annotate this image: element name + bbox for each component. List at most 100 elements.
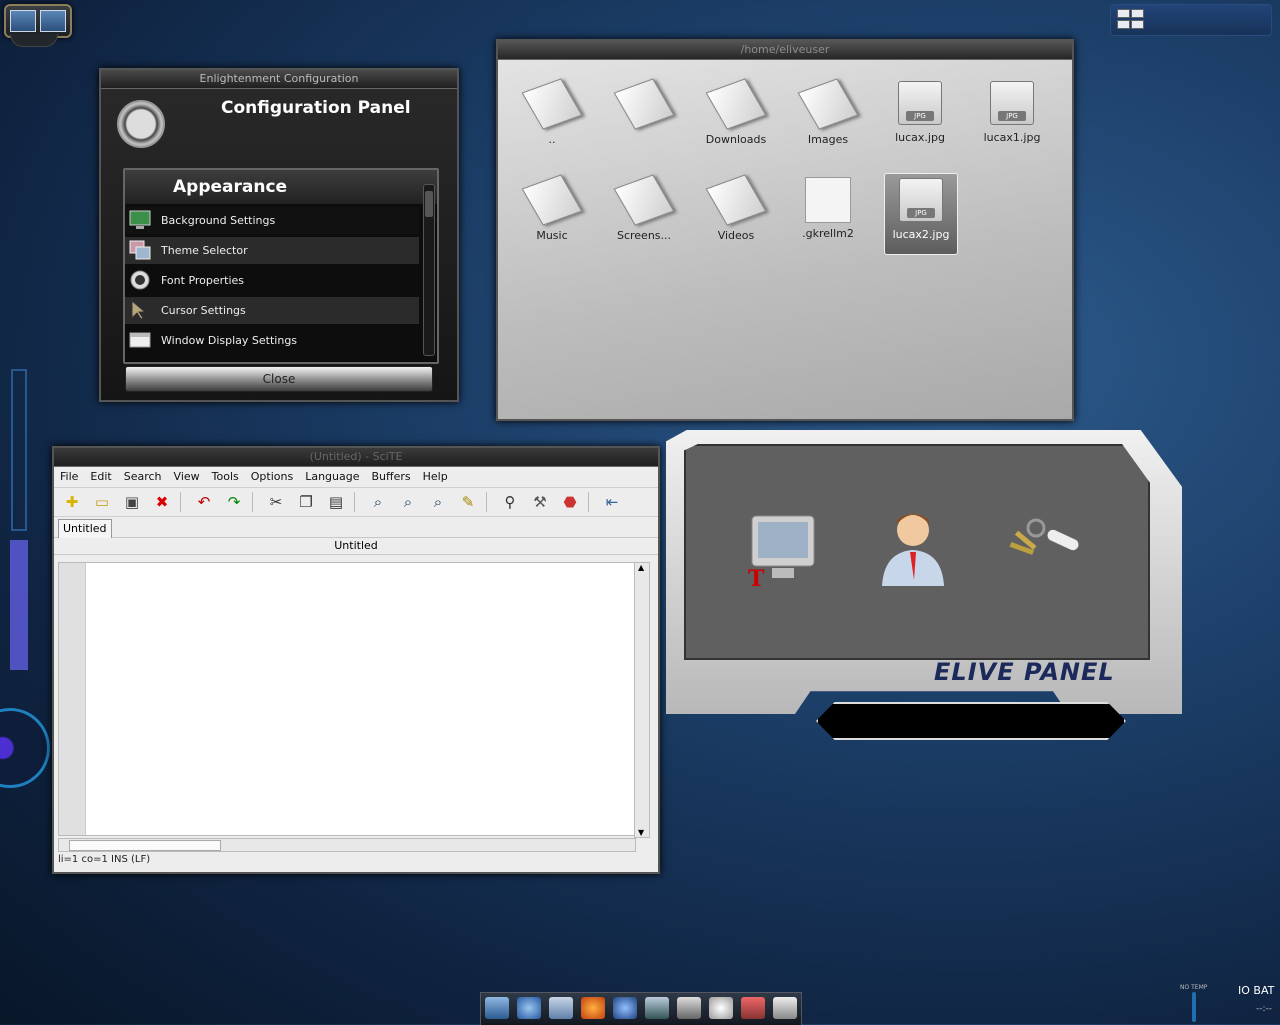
window-icon (129, 330, 151, 350)
fm-item-screenshots[interactable]: Screens... (602, 174, 686, 242)
temperature-monitor[interactable]: NO TEMP (1180, 984, 1220, 1024)
network-icon[interactable] (517, 997, 541, 1019)
undo-icon[interactable]: ↶ (194, 492, 214, 512)
menu-tools[interactable]: Tools (206, 467, 245, 483)
save-icon[interactable]: ▣ (122, 492, 142, 512)
menu-bar: File Edit Search View Tools Options Language Bu… (54, 467, 658, 488)
jump-icon[interactable]: ⇤ (602, 492, 622, 512)
config-list-scrollbar[interactable] (423, 184, 435, 356)
keys-icon[interactable] (1006, 514, 1080, 590)
theme-icon (129, 240, 151, 260)
binoculars-icon[interactable]: ⚲ (500, 492, 520, 512)
desktop-pager[interactable] (4, 4, 72, 38)
elive-panel[interactable]: T ELIVE PANEL (666, 430, 1184, 740)
editor-title[interactable]: (Untitled) - SciTE (54, 448, 658, 467)
jpg-file-icon (990, 81, 1034, 125)
config-item-font[interactable]: Font Properties (125, 267, 419, 294)
config-item-cursor[interactable]: Cursor Settings (125, 297, 419, 324)
copy-icon[interactable]: ❐ (296, 492, 316, 512)
text-editor-area[interactable] (58, 562, 636, 836)
menu-help[interactable]: Help (417, 467, 454, 483)
scroll-down-icon[interactable]: ▼ (638, 828, 644, 837)
paste-icon[interactable]: ▤ (326, 492, 346, 512)
config-item-background[interactable]: Background Settings (125, 207, 419, 234)
menu-options[interactable]: Options (245, 467, 299, 483)
files-icon[interactable] (549, 997, 573, 1019)
system-settings-icon[interactable]: T (746, 514, 816, 592)
fm-item-lucax[interactable]: lucax.jpg (878, 81, 962, 144)
cd-icon[interactable] (709, 997, 733, 1019)
scrollbar-thumb[interactable] (425, 191, 433, 217)
file-manager-window[interactable]: /home/eliveuser .. Downloads Images luca… (496, 39, 1074, 421)
firefox-icon[interactable] (581, 997, 605, 1019)
keyboard-icon (1117, 9, 1130, 18)
config-item-window-display[interactable]: Window Display Settings (125, 327, 419, 354)
menu-buffers[interactable]: Buffers (366, 467, 417, 483)
fm-item-folder[interactable] (602, 78, 686, 133)
config-window-title[interactable]: Enlightenment Configuration (101, 70, 457, 89)
redo-icon[interactable]: ↷ (224, 492, 244, 512)
folder-icon (797, 78, 859, 130)
fm-item-lucax2[interactable]: lucax2.jpg (884, 173, 958, 255)
desktop-icon[interactable] (485, 997, 509, 1019)
new-file-icon[interactable]: ✚ (62, 492, 82, 512)
pager-desk-1[interactable] (10, 10, 36, 32)
close-button[interactable]: Close (125, 366, 433, 392)
scrollbar-thumb[interactable] (69, 840, 221, 851)
gear-icon (10, 34, 58, 47)
close-icon[interactable]: ✖ (152, 492, 172, 512)
vertical-scrollbar[interactable]: ▲ ▼ (634, 562, 650, 838)
status-bar: li=1 co=1 INS (LF) (58, 854, 151, 865)
cursor-icon (129, 299, 151, 320)
messenger-icon[interactable] (613, 997, 637, 1019)
menu-search[interactable]: Search (118, 467, 168, 483)
fm-item-parent[interactable]: .. (510, 78, 594, 146)
open-folder-icon[interactable]: ▭ (92, 492, 112, 512)
fm-item-videos[interactable]: Videos (694, 174, 778, 242)
fm-item-lucax1[interactable]: lucax1.jpg (970, 81, 1054, 144)
tools-icon[interactable] (741, 997, 765, 1019)
find-next-icon[interactable]: ⌕ (398, 492, 418, 512)
pager-desk-2[interactable] (40, 10, 66, 32)
config-window[interactable]: Enlightenment Configuration Configuratio… (99, 68, 459, 402)
scroll-up-icon[interactable]: ▲ (638, 563, 644, 572)
config-item-theme[interactable]: Theme Selector (125, 237, 419, 264)
fm-item-music[interactable]: Music (510, 174, 594, 242)
config-item-label: Font Properties (161, 274, 245, 287)
file-manager-title[interactable]: /home/eliveuser (498, 41, 1072, 60)
folder-icon (613, 78, 675, 130)
terminal-icon[interactable] (645, 997, 669, 1019)
config-item-label: Background Settings (161, 214, 276, 227)
systray-top[interactable] (1110, 4, 1272, 36)
devices-icon[interactable] (677, 997, 701, 1019)
editor-window[interactable]: (Untitled) - SciTE File Edit Search View Too… (52, 446, 660, 874)
menu-file[interactable]: File (54, 467, 84, 483)
menu-edit[interactable]: Edit (84, 467, 117, 483)
find-icon[interactable]: ⌕ (368, 492, 388, 512)
user-icon[interactable] (878, 508, 948, 586)
replace-icon[interactable]: ✎ (458, 492, 478, 512)
font-icon (129, 270, 151, 290)
folder-icon (613, 174, 675, 226)
horizontal-scrollbar[interactable] (58, 838, 636, 852)
trash-icon[interactable] (773, 997, 797, 1019)
menu-view[interactable]: View (168, 467, 206, 483)
config-item-label: Cursor Settings (161, 304, 246, 317)
stop-icon[interactable]: ⬣ (560, 492, 580, 512)
tab-untitled[interactable]: Untitled (58, 519, 112, 538)
toolbar: ✚ ▭ ▣ ✖ ↶ ↷ ✂ ❐ ▤ ⌕ ⌕ ⌕ ✎ ⚲ ⚒ ⬣ ⇤ (54, 488, 658, 517)
config-item-label: Window Display Settings (161, 334, 298, 347)
config-list[interactable]: Appearance Background Settings Theme Sel… (123, 168, 439, 364)
fm-item-downloads[interactable]: Downloads (694, 78, 778, 146)
cut-icon[interactable]: ✂ (266, 492, 286, 512)
enlightenment-logo-icon (117, 100, 165, 148)
battery-label[interactable]: IO BAT (1238, 984, 1274, 997)
build-icon[interactable]: ⚒ (530, 492, 550, 512)
jpg-file-icon (898, 81, 942, 125)
brand-orb (0, 708, 50, 788)
zoom-icon[interactable]: ⌕ (428, 492, 448, 512)
fm-item-gkrellm[interactable]: .gkrellm2 (786, 177, 870, 240)
fm-item-images[interactable]: Images (786, 78, 870, 146)
taskbar[interactable] (480, 992, 802, 1025)
menu-language[interactable]: Language (299, 467, 365, 483)
